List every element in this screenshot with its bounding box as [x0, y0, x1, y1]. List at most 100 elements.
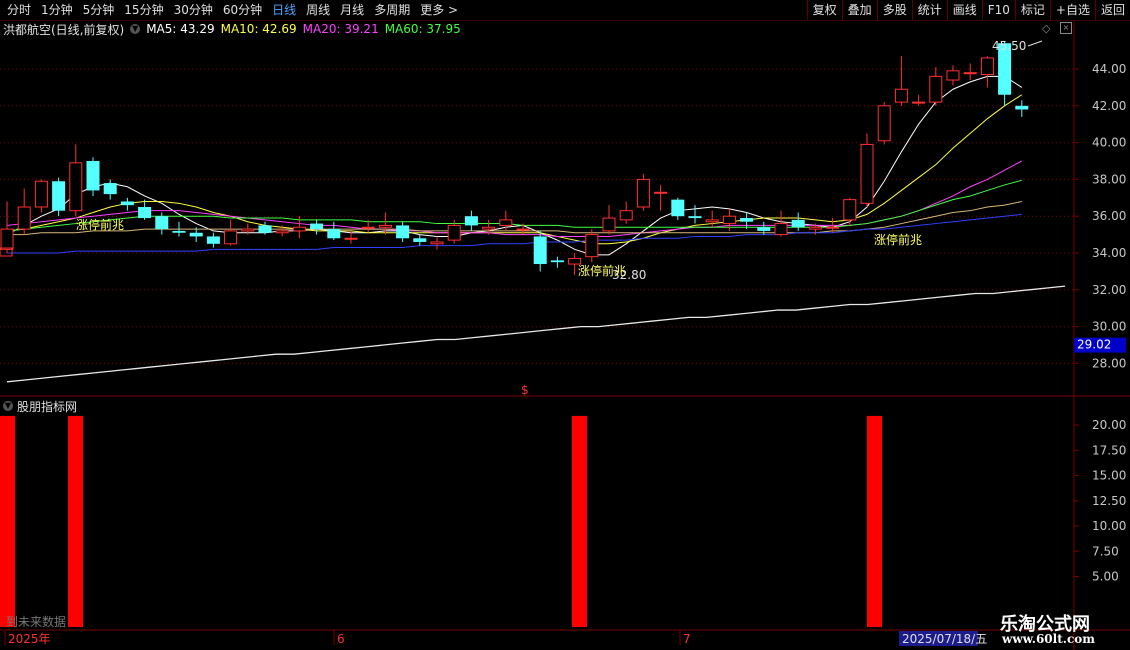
price-axis-label: 42.00: [1092, 99, 1126, 113]
close-icon[interactable]: ×: [1060, 22, 1072, 34]
candle-body: [550, 260, 564, 263]
ma-line-ma120: [7, 200, 1022, 236]
candle-body: [1015, 105, 1029, 110]
candle-body: [327, 229, 341, 239]
dollar-marker: $: [521, 383, 529, 397]
watermark-site: www.60lt.com: [1002, 632, 1095, 646]
high-pointer: [1027, 40, 1043, 47]
date-label: 6: [337, 632, 345, 646]
candle-body: [602, 217, 616, 232]
candle-body: [963, 72, 977, 75]
ma20-label: MA20: 39.21: [302, 22, 379, 36]
info-bar: 洪都航空(日线,前复权) ▼ MA5: 43.29 MA10: 42.69 MA…: [0, 20, 467, 38]
candle-body: [155, 216, 169, 230]
ma-line-ma5: [6, 75, 1023, 256]
ma-line-ma10: [6, 94, 1023, 245]
period-tab-6[interactable]: 日线: [267, 0, 301, 20]
toolbar-button-5[interactable]: F10: [981, 0, 1015, 20]
candle-body: [138, 207, 152, 219]
candle-body: [499, 219, 513, 226]
candle-body: [34, 180, 48, 208]
candle-body: [430, 241, 444, 245]
indicator-bar: [0, 415, 15, 627]
period-tab-3[interactable]: 15分钟: [119, 0, 168, 20]
toolbar-button-8[interactable]: 返回: [1094, 0, 1130, 20]
candle-body: [791, 219, 805, 228]
candle-body: [258, 225, 272, 233]
signal-label: 涨停前兆: [874, 232, 922, 247]
candle-body: [310, 223, 324, 230]
indicator-axis-label: 20.00: [1092, 418, 1126, 432]
candle-body: [241, 228, 255, 232]
high-price-annotation: 45.50: [992, 39, 1026, 53]
toolbar-button-7[interactable]: +自选: [1049, 0, 1095, 20]
price-axis-label: 38.00: [1092, 172, 1126, 186]
candle-body: [654, 191, 668, 194]
period-tab-5[interactable]: 60分钟: [218, 0, 267, 20]
candle-body: [17, 206, 31, 230]
toolbar-button-4[interactable]: 画线: [946, 0, 982, 20]
candle-body: [275, 230, 289, 234]
toolbar-button-6[interactable]: 标记: [1014, 0, 1050, 20]
period-tab-10[interactable]: 更多 >: [415, 0, 463, 20]
indicator-header: ▼ 股朋指标网: [0, 398, 77, 414]
current-price-label: 29.02: [1077, 338, 1111, 352]
period-tab-4[interactable]: 30分钟: [169, 0, 218, 20]
toolbar-button-1[interactable]: 叠加: [841, 0, 877, 20]
toolbar-buttons: 复权 叠加 多股 统计 画线 F10 标记 +自选 返回: [806, 0, 1130, 20]
price-axis-label: 36.00: [1092, 209, 1126, 223]
ma10-label: MA10: 42.69: [220, 22, 297, 36]
candle-body: [69, 162, 83, 212]
candle-body: [826, 226, 840, 229]
ma60-label: MA60: 37.95: [384, 22, 461, 36]
candle-body: [52, 181, 66, 211]
diamond-icon[interactable]: ◇: [1042, 22, 1050, 35]
period-tab-8[interactable]: 月线: [335, 0, 369, 20]
ma-line-long: [6, 285, 1066, 383]
candle-body: [533, 236, 547, 265]
candle-body: [413, 238, 427, 242]
stock-title: 洪都航空(日线,前复权): [3, 22, 125, 37]
candle-body: [86, 161, 100, 191]
candle-body: [808, 226, 822, 230]
current-date-box: [899, 631, 978, 646]
candle-body: [671, 199, 685, 217]
candle-body: [103, 183, 117, 195]
candle-body: [912, 101, 926, 104]
indicator-bar: [68, 415, 83, 627]
signal-label: 涨停前兆: [578, 263, 626, 278]
period-tab-2[interactable]: 5分钟: [78, 0, 120, 20]
period-tab-1[interactable]: 1分钟: [36, 0, 78, 20]
kline-chart[interactable]: 44.00 42.00 40.00 38.00 36.00 34.00 32.00 30.00…: [0, 0, 1130, 650]
indicator-bar: [867, 415, 882, 627]
candle-body: [516, 228, 530, 231]
period-tab-7[interactable]: 周线: [301, 0, 335, 20]
price-axis-label: 34.00: [1092, 246, 1126, 260]
candle-body: [860, 143, 874, 204]
candle-body: [189, 232, 203, 237]
indicator-axis-label: 7.50: [1092, 544, 1119, 558]
period-tab-0[interactable]: 分时: [2, 0, 36, 20]
date-label: 7: [683, 632, 691, 646]
period-tabs: 分时 1分钟 5分钟 15分钟 30分钟 60分钟 日线 周线 月线 多周期 更多 >: [2, 0, 463, 20]
toolbar-button-3[interactable]: 统计: [911, 0, 947, 20]
candle-body: [0, 228, 14, 250]
candle-body: [705, 219, 719, 223]
indicator-axis-label: 17.50: [1092, 443, 1126, 457]
period-tab-9[interactable]: 多周期: [369, 0, 415, 20]
toolbar-button-0[interactable]: 复权: [806, 0, 842, 20]
candle-body: [396, 225, 410, 239]
price-axis-label: 40.00: [1092, 136, 1126, 150]
signal-label: 涨停前兆: [76, 217, 124, 232]
candle-body: [894, 88, 908, 103]
candle-body: [774, 223, 788, 236]
start-marker: [0, 247, 13, 257]
indicator-axis-label: 10.00: [1092, 519, 1126, 533]
candle-body: [636, 178, 650, 208]
toolbar-button-2[interactable]: 多股: [876, 0, 912, 20]
ma-line-ma20: [6, 160, 1023, 237]
indicator-dropdown-icon[interactable]: ▼: [3, 401, 13, 411]
candle-body: [757, 227, 771, 231]
dropdown-icon[interactable]: ▼: [130, 24, 141, 34]
candle-body: [120, 201, 134, 206]
